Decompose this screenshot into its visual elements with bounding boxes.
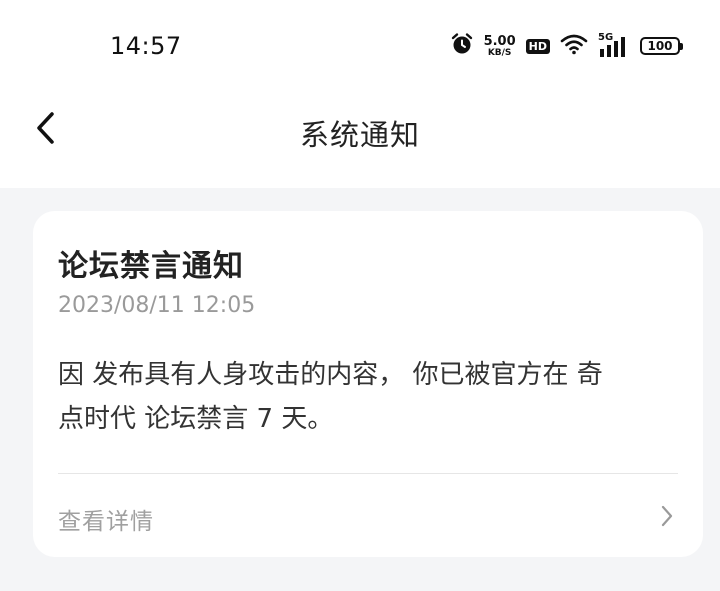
signal-icon: 5G (598, 32, 630, 58)
status-time: 14:57 (110, 32, 182, 60)
status-bar: 14:57 5.00 KB/S HD 5G 100 (0, 0, 720, 90)
notification-body-line: 点时代 论坛禁言 7 天。 (58, 404, 334, 434)
battery-level: 100 (647, 39, 673, 53)
alarm-icon (450, 32, 474, 60)
net-speed-unit: KB/S (487, 47, 512, 58)
net-speed-value: 5.00 (483, 33, 516, 49)
notification-title: 论坛禁言通知 (58, 249, 244, 284)
view-details-button[interactable]: 查看详情 (33, 474, 703, 557)
net-speed: 5.00 KB/S (484, 35, 516, 58)
status-icons: 5.00 KB/S HD 5G 100 (450, 32, 683, 60)
notification-date: 2023/08/11 12:05 (58, 293, 256, 318)
wifi-icon (560, 33, 588, 59)
notification-body-line: 因 发布具有人身攻击的内容， 你已被官方在 奇 (58, 360, 603, 390)
chevron-right-icon (661, 505, 673, 527)
nav-bar: 系统通知 (0, 90, 720, 188)
battery-icon: 100 (640, 37, 683, 55)
notification-body: 因 发布具有人身攻击的内容， 你已被官方在 奇 点时代 论坛禁言 7 天。 (58, 353, 678, 441)
hd-badge: HD (525, 38, 550, 54)
view-details-label: 查看详情 (58, 509, 154, 535)
page-title: 系统通知 (299, 118, 420, 152)
notification-card: 论坛禁言通知 2023/08/11 12:05 因 发布具有人身攻击的内容， 你… (33, 211, 703, 557)
